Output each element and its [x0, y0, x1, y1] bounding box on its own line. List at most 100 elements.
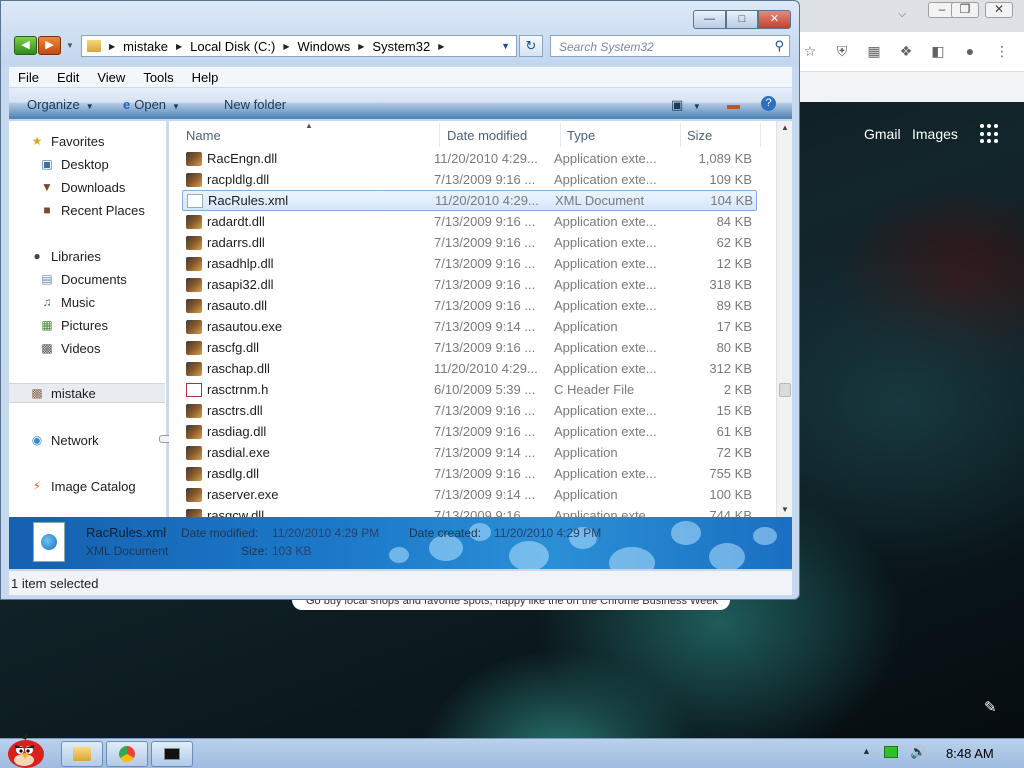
- change-view-icon[interactable]: ▣ ▼: [671, 97, 701, 113]
- forward-button[interactable]: ▶: [38, 36, 61, 55]
- nav-music[interactable]: ♫ Music: [9, 292, 165, 312]
- file-row[interactable]: RacEngn.dll 11/20/2010 4:29... Application…: [182, 148, 757, 169]
- scroll-up-icon[interactable]: ▲: [781, 123, 789, 132]
- recent-pages-dropdown-icon[interactable]: ▼: [66, 41, 74, 50]
- file-row[interactable]: rasauto.dll 7/13/2009 9:16 ... Application…: [182, 295, 757, 316]
- customize-pencil-icon[interactable]: ✎: [984, 698, 997, 716]
- column-header-type[interactable]: Type: [561, 123, 681, 147]
- file-date-modified: 11/20/2010 4:29...: [434, 361, 538, 376]
- file-row[interactable]: rasadhlp.dll 7/13/2009 9:16 ... Applicatio…: [182, 253, 757, 274]
- breadcrumb-separator-icon[interactable]: ▶: [438, 42, 444, 51]
- menu-tools[interactable]: Tools: [134, 70, 182, 85]
- menu-view[interactable]: View: [88, 70, 134, 85]
- network-status-icon[interactable]: [884, 746, 898, 758]
- nav-documents[interactable]: ▤ Documents: [9, 269, 165, 289]
- tab-search-chevron-icon[interactable]: ⌵: [898, 8, 906, 21]
- browser-restore-button[interactable]: ❐: [951, 2, 979, 18]
- scroll-down-icon[interactable]: ▼: [781, 505, 789, 514]
- file-row[interactable]: raserver.exe 7/13/2009 9:14 ... Applicatio…: [182, 484, 757, 505]
- nav-user-mistake[interactable]: ▩ mistake: [9, 383, 165, 403]
- taskbar-chrome-button[interactable]: [106, 741, 148, 767]
- profile-avatar-icon[interactable]: ●: [960, 41, 980, 61]
- organize-button[interactable]: Organize ▼: [27, 97, 94, 112]
- breadcrumb-separator-icon[interactable]: ▶: [176, 42, 182, 51]
- google-apps-icon[interactable]: [980, 124, 1000, 144]
- search-input[interactable]: [559, 40, 759, 54]
- breadcrumb-mistake[interactable]: mistake: [123, 39, 168, 54]
- extensions-puzzle-icon[interactable]: ❖: [896, 41, 916, 61]
- breadcrumb-local-disk[interactable]: Local Disk (C:): [190, 39, 275, 54]
- scrollbar-thumb[interactable]: [779, 383, 791, 397]
- column-header-size[interactable]: Size: [681, 123, 761, 147]
- decor-bubble: [389, 547, 409, 563]
- bookmark-star-icon[interactable]: ☆: [800, 41, 820, 61]
- file-row[interactable]: raschap.dll 11/20/2010 4:29... Application…: [182, 358, 757, 379]
- back-button[interactable]: ◀: [14, 36, 37, 55]
- taskbar-clock[interactable]: 8:48 AM: [946, 746, 994, 761]
- nav-downloads[interactable]: ▼ Downloads: [9, 177, 165, 197]
- minimize-button[interactable]: —: [693, 10, 726, 29]
- images-link[interactable]: Images: [912, 126, 958, 142]
- menu-help[interactable]: Help: [183, 70, 228, 85]
- new-folder-button[interactable]: New folder: [224, 97, 286, 112]
- address-bar[interactable]: ▶ mistake ▶ Local Disk (C:) ▶ Windows ▶ …: [81, 35, 517, 57]
- file-row[interactable]: rasapi32.dll 7/13/2009 9:16 ... Applicatio…: [182, 274, 757, 295]
- maximize-button[interactable]: □: [726, 10, 758, 29]
- column-header-date[interactable]: Date modified: [441, 123, 561, 147]
- show-hidden-icons-icon[interactable]: ▲: [862, 746, 871, 756]
- file-row[interactable]: rasctrnm.h 6/10/2009 5:39 ... C Header Fil…: [182, 379, 757, 400]
- dll-file-icon: [186, 214, 202, 229]
- breadcrumb-windows[interactable]: Windows: [298, 39, 351, 54]
- column-header-name[interactable]: Name: [180, 123, 440, 147]
- file-row[interactable]: rasautou.exe 7/13/2009 9:14 ... Applicatio…: [182, 316, 757, 337]
- help-icon[interactable]: ?: [761, 96, 776, 111]
- volume-icon[interactable]: 🔊: [910, 744, 926, 760]
- file-row[interactable]: RacRules.xml 11/20/2010 4:29... XML Docume…: [182, 190, 757, 211]
- preview-pane-icon[interactable]: ▬: [727, 97, 740, 112]
- nav-recent-places[interactable]: ■ Recent Places: [9, 200, 165, 220]
- file-row[interactable]: rasdlg.dll 7/13/2009 9:16 ... Application …: [182, 463, 757, 484]
- nav-image-catalog[interactable]: ⚡ Image Catalog: [9, 476, 165, 496]
- file-row[interactable]: rasdial.exe 7/13/2009 9:14 ... Application…: [182, 442, 757, 463]
- gmail-link[interactable]: Gmail: [864, 126, 901, 142]
- search-icon[interactable]: ⚲: [774, 38, 784, 54]
- nav-desktop[interactable]: ▣ Desktop: [9, 154, 165, 174]
- start-button-angry-bird-icon[interactable]: [2, 730, 48, 768]
- extension-flag-icon[interactable]: ▦: [864, 41, 884, 61]
- file-size: 744 KB: [709, 508, 752, 517]
- downloads-icon: ▼: [41, 180, 53, 194]
- file-row[interactable]: rasctrs.dll 7/13/2009 9:16 ... Application…: [182, 400, 757, 421]
- nav-network[interactable]: ◉ Network: [9, 430, 165, 450]
- file-row[interactable]: radardt.dll 7/13/2009 9:16 ... Application…: [182, 211, 757, 232]
- file-row[interactable]: racpldlg.dll 7/13/2009 9:16 ... Applicatio…: [182, 169, 757, 190]
- address-dropdown-icon[interactable]: ▼: [501, 41, 510, 51]
- browser-menu-icon[interactable]: ⋮: [992, 41, 1012, 61]
- menu-edit[interactable]: Edit: [48, 70, 88, 85]
- breadcrumb-system32[interactable]: System32: [372, 39, 430, 54]
- browser-close-button[interactable]: ✕: [985, 2, 1013, 18]
- breadcrumb-separator-icon[interactable]: ▶: [358, 42, 364, 51]
- nav-favorites[interactable]: ★ Favorites: [9, 131, 165, 151]
- open-button[interactable]: e Open ▼: [123, 97, 180, 112]
- nav-libraries[interactable]: ● Libraries: [9, 246, 165, 266]
- file-type: Application: [554, 487, 618, 502]
- breadcrumb-separator-icon[interactable]: ▶: [283, 42, 289, 51]
- close-button[interactable]: ✕: [758, 10, 791, 29]
- taskbar-explorer-button[interactable]: [61, 741, 103, 767]
- file-row[interactable]: rascfg.dll 7/13/2009 9:16 ... Application …: [182, 337, 757, 358]
- file-row[interactable]: rasdiag.dll 7/13/2009 9:16 ... Application…: [182, 421, 757, 442]
- taskbar-cmd-button[interactable]: [151, 741, 193, 767]
- ublock-extension-icon[interactable]: ⛨: [832, 41, 852, 61]
- vertical-scrollbar[interactable]: ▲ ▼: [776, 121, 792, 517]
- file-date-modified: 7/13/2009 9:16 ...: [434, 508, 536, 517]
- file-row[interactable]: rasgcw.dll 7/13/2009 9:16 ... Application …: [182, 505, 757, 517]
- file-row[interactable]: radarrs.dll 7/13/2009 9:16 ... Application…: [182, 232, 757, 253]
- nav-videos[interactable]: ▩ Videos: [9, 338, 165, 358]
- nav-pictures[interactable]: ▦ Pictures: [9, 315, 165, 335]
- menu-file[interactable]: File: [9, 70, 48, 85]
- refresh-button[interactable]: ↻: [519, 35, 543, 57]
- file-size: 109 KB: [709, 172, 752, 187]
- breadcrumb-separator-icon[interactable]: ▶: [109, 42, 115, 51]
- file-date-modified: 7/13/2009 9:16 ...: [434, 172, 536, 187]
- side-panel-icon[interactable]: ◧: [928, 41, 948, 61]
